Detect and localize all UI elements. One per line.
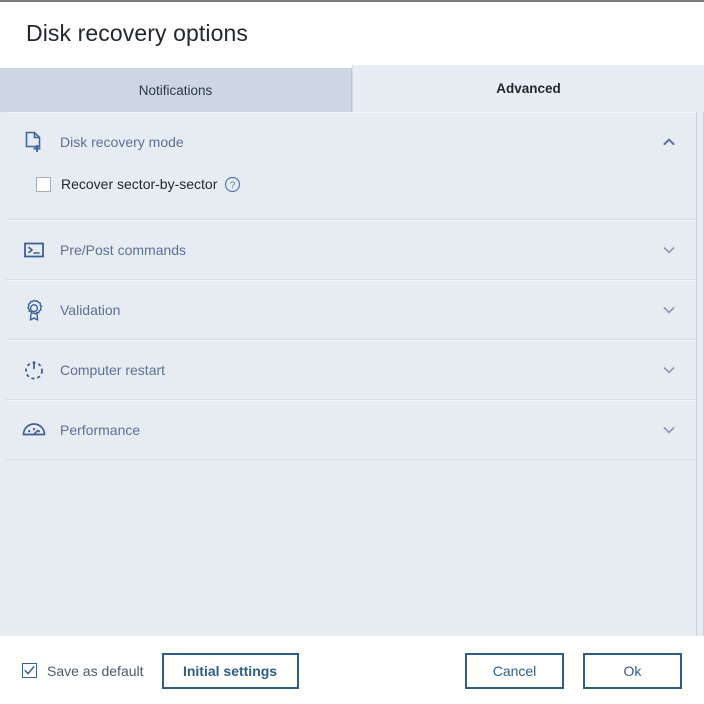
section-label-performance: Performance [60, 422, 141, 438]
title-bar: Disk recovery options [0, 2, 704, 64]
chevron-up-icon[interactable] [658, 131, 680, 153]
award-ribbon-icon [20, 296, 48, 324]
save-as-default-label: Save as default [47, 662, 144, 679]
disk-recovery-options-dialog: Disk recovery options Notifications Adva… [0, 0, 704, 704]
section-label-computer-restart: Computer restart [60, 362, 166, 378]
cancel-button[interactable]: Cancel [465, 652, 564, 689]
section-pre-post-commands: Pre/Post commands [6, 220, 696, 280]
section-computer-restart: Computer restart [6, 340, 696, 400]
dialog-footer: Save as default Initial settings Cancel … [0, 636, 704, 704]
section-label-validation: Validation [60, 302, 121, 318]
section-header-validation[interactable]: Validation [6, 281, 696, 339]
scroll-divider [696, 112, 697, 636]
ok-button[interactable]: Ok [583, 652, 682, 689]
tab-advanced[interactable]: Advanced [352, 65, 704, 112]
option-recover-sector-by-sector: Recover sector-by-sector ? [36, 171, 696, 197]
tab-notifications-label: Notifications [138, 82, 213, 98]
section-header-computer-restart[interactable]: Computer restart [6, 341, 696, 399]
section-performance: Performance [6, 400, 696, 460]
svg-text:?: ? [230, 180, 236, 191]
section-validation: Validation [6, 280, 696, 340]
options-scroll-area[interactable]: Disk recovery mode Recover sector-by-sec… [0, 112, 704, 636]
initial-settings-button[interactable]: Initial settings [161, 652, 299, 689]
chevron-down-icon[interactable] [658, 359, 680, 381]
chevron-down-icon[interactable] [658, 419, 680, 441]
section-header-disk-recovery-mode[interactable]: Disk recovery mode [6, 113, 696, 171]
recover-sector-by-sector-label: Recover sector-by-sector [61, 176, 218, 192]
section-header-performance[interactable]: Performance [6, 401, 696, 459]
help-icon[interactable]: ? [224, 176, 241, 193]
chevron-down-icon[interactable] [658, 239, 680, 261]
chevron-down-icon[interactable] [658, 299, 680, 321]
page-title: Disk recovery options [26, 19, 248, 46]
section-label-disk-recovery-mode: Disk recovery mode [60, 134, 184, 150]
save-as-default-toggle[interactable]: Save as default [22, 663, 144, 679]
save-as-default-checkbox[interactable] [22, 663, 37, 678]
section-label-pre-post-commands: Pre/Post commands [60, 242, 187, 258]
console-icon [20, 236, 48, 264]
power-restart-icon [20, 356, 48, 384]
speedometer-icon [20, 416, 48, 444]
recover-sector-by-sector-checkbox[interactable] [36, 176, 51, 192]
tab-bar: Notifications Advanced [0, 64, 704, 112]
tab-advanced-label: Advanced [496, 81, 561, 96]
tab-notifications[interactable]: Notifications [0, 68, 352, 112]
section-disk-recovery-mode: Disk recovery mode Recover sector-by-sec… [6, 112, 696, 220]
section-body-disk-recovery-mode: Recover sector-by-sector ? [6, 171, 696, 219]
section-header-pre-post-commands[interactable]: Pre/Post commands [6, 221, 696, 279]
document-add-icon [20, 128, 48, 156]
